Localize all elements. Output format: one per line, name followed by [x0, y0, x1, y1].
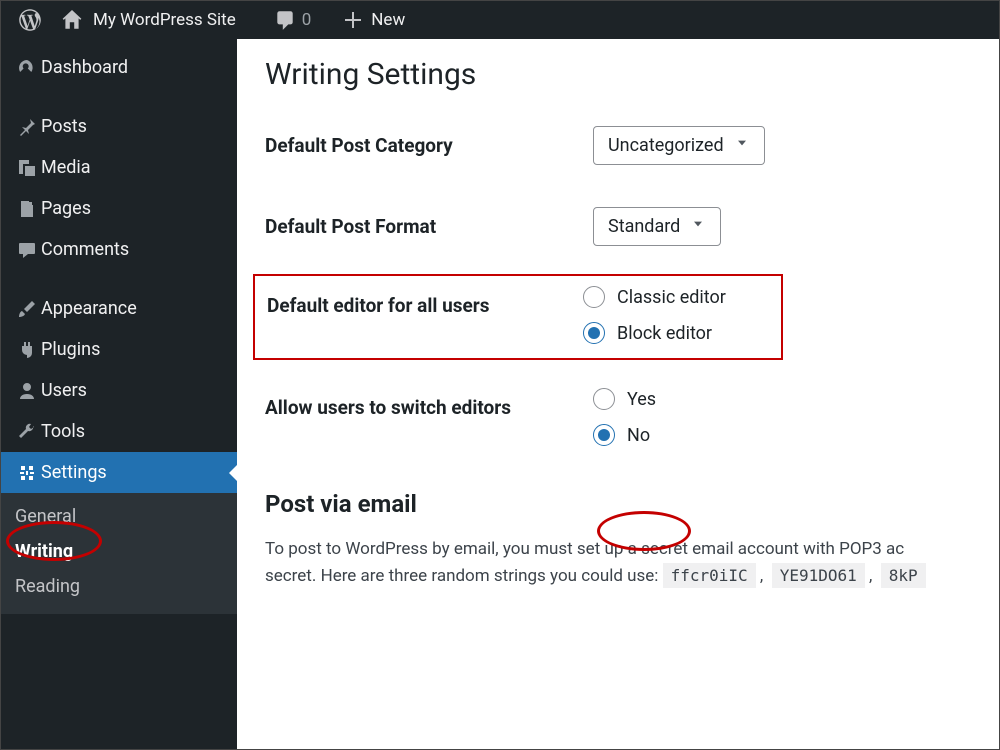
menu-label: Settings: [41, 462, 107, 483]
menu-label: Posts: [41, 116, 87, 137]
menu-plugins[interactable]: Plugins: [1, 329, 237, 370]
settings-icon: [13, 463, 41, 483]
wrench-icon: [13, 422, 41, 442]
menu-label: Media: [41, 157, 91, 178]
main-content: Writing Settings Default Post Category U…: [237, 39, 999, 749]
menu-label: Dashboard: [41, 57, 128, 78]
sub-reading[interactable]: Reading: [1, 569, 237, 604]
topbar-new[interactable]: New: [333, 1, 415, 39]
radio-input[interactable]: [593, 424, 615, 446]
annotation-box-default-editor: Default editor for all users Classic edi…: [253, 274, 783, 360]
page-title: Writing Settings: [265, 57, 999, 92]
menu-posts[interactable]: Posts: [1, 106, 237, 147]
row-default-editor: Default editor for all users Classic edi…: [255, 286, 781, 344]
menu-dashboard[interactable]: Dashboard: [1, 47, 237, 88]
brush-icon: [13, 299, 41, 319]
menu-label: Plugins: [41, 339, 100, 360]
plugin-icon: [13, 340, 41, 360]
desc-line-2: secret. Here are three random strings yo…: [265, 566, 663, 586]
select-value: Standard: [608, 216, 680, 237]
default-category-select[interactable]: Uncategorized: [593, 126, 765, 165]
default-category-label: Default Post Category: [265, 126, 593, 157]
radio-input[interactable]: [583, 286, 605, 308]
menu-pages[interactable]: Pages: [1, 188, 237, 229]
radio-input[interactable]: [593, 388, 615, 410]
radio-label: Yes: [627, 389, 656, 410]
pin-icon: [13, 117, 41, 137]
radio-switch-no[interactable]: No: [593, 424, 656, 446]
menu-tools[interactable]: Tools: [1, 411, 237, 452]
dashboard-icon: [13, 58, 41, 78]
topbar-comments[interactable]: 0: [264, 1, 322, 39]
post-via-email-desc: To post to WordPress by email, you must …: [265, 536, 999, 590]
chevron-down-icon: [690, 216, 706, 237]
users-icon: [13, 381, 41, 401]
row-switch-editors: Allow users to switch editors Yes No: [265, 388, 999, 460]
menu-label: Tools: [41, 421, 85, 442]
random-string-2: YE91DO61: [772, 563, 865, 588]
desc-line-1: To post to WordPress by email, you must …: [265, 539, 904, 559]
menu-label: Pages: [41, 198, 91, 219]
menu-appearance[interactable]: Appearance: [1, 288, 237, 329]
menu-users[interactable]: Users: [1, 370, 237, 411]
menu-label: Appearance: [41, 298, 137, 319]
row-default-category: Default Post Category Uncategorized: [265, 126, 999, 165]
row-default-format: Default Post Format Standard: [265, 207, 999, 246]
sub-general[interactable]: General: [1, 499, 237, 534]
sub-writing[interactable]: Writing: [1, 534, 237, 569]
site-name: My WordPress Site: [93, 10, 236, 30]
menu-label: Users: [41, 380, 87, 401]
wp-logo[interactable]: [9, 1, 51, 39]
post-via-email-heading: Post via email: [265, 490, 999, 518]
home-icon: [61, 9, 83, 31]
menu-settings[interactable]: Settings: [1, 452, 237, 493]
radio-block-editor[interactable]: Block editor: [583, 322, 726, 344]
media-icon: [13, 158, 41, 178]
settings-submenu: General Writing Reading: [1, 493, 237, 614]
site-home-link[interactable]: My WordPress Site: [51, 1, 246, 39]
menu-label: Comments: [41, 239, 129, 260]
default-format-label: Default Post Format: [265, 207, 593, 238]
random-string-3: 8kP: [881, 563, 926, 588]
radio-label: Block editor: [617, 323, 712, 344]
new-label: New: [371, 10, 405, 30]
radio-input[interactable]: [583, 322, 605, 344]
plus-icon: [343, 10, 363, 30]
default-format-select[interactable]: Standard: [593, 207, 721, 246]
switch-editors-label: Allow users to switch editors: [265, 388, 593, 419]
menu-comments[interactable]: Comments: [1, 229, 237, 270]
wordpress-icon: [19, 9, 41, 31]
menu-media[interactable]: Media: [1, 147, 237, 188]
radio-label: Classic editor: [617, 287, 726, 308]
radio-classic-editor[interactable]: Classic editor: [583, 286, 726, 308]
pages-icon: [13, 199, 41, 219]
radio-label: No: [627, 425, 650, 446]
admin-sidebar: Dashboard Posts Media Pages Comments App…: [1, 39, 237, 749]
random-string-1: ffcr0iIC: [663, 563, 756, 588]
comment-count: 0: [302, 10, 312, 30]
select-value: Uncategorized: [608, 135, 724, 156]
admin-top-bar: My WordPress Site 0 New: [1, 1, 999, 39]
default-editor-label: Default editor for all users: [267, 286, 583, 317]
comments-icon: [13, 240, 41, 260]
radio-switch-yes[interactable]: Yes: [593, 388, 656, 410]
comment-icon: [274, 9, 296, 31]
chevron-down-icon: [734, 135, 750, 156]
